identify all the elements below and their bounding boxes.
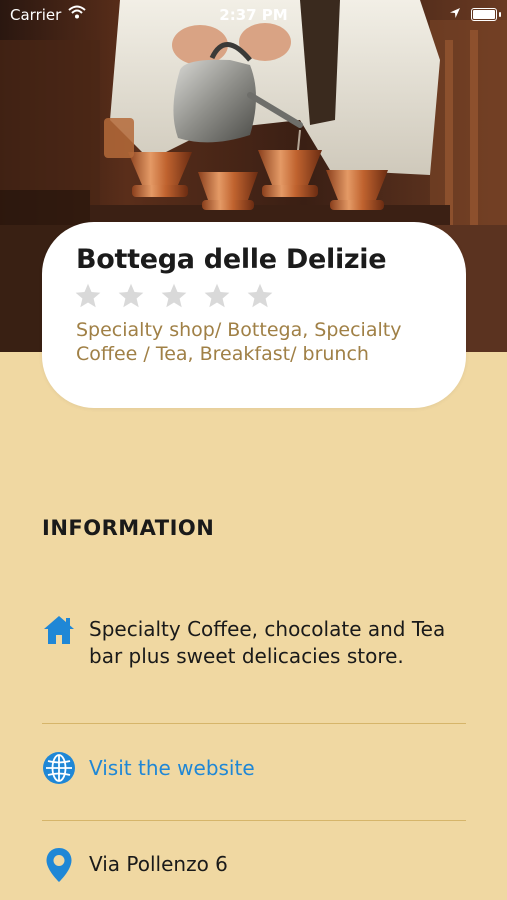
place-name: Bottega delle Delizie — [76, 244, 387, 275]
star-icon[interactable] — [74, 282, 102, 310]
divider — [42, 820, 466, 821]
description-text: Specialty Coffee, chocolate and Tea bar … — [89, 617, 446, 668]
rating-stars[interactable] — [74, 282, 274, 310]
battery-icon — [471, 8, 501, 21]
address-text[interactable]: Via Pollenzo 6 — [89, 851, 228, 878]
address-row[interactable]: Via Pollenzo 6 — [42, 845, 466, 885]
home-icon — [42, 614, 76, 650]
divider — [42, 723, 466, 724]
status-time: 2:37 PM — [219, 6, 288, 24]
description-row: Specialty Coffee, chocolate and Tea bar … — [42, 614, 466, 704]
website-link[interactable]: Visit the website — [89, 755, 255, 782]
star-icon[interactable] — [160, 282, 188, 310]
location-pin-icon — [45, 847, 73, 887]
star-icon[interactable] — [117, 282, 145, 310]
place-card: Bottega delle Delizie Specialty shop/ Bo… — [42, 222, 466, 408]
information-heading: INFORMATION — [42, 516, 215, 540]
star-icon[interactable] — [246, 282, 274, 310]
website-row[interactable]: Visit the website — [42, 751, 466, 787]
location-arrow-icon — [449, 7, 461, 19]
globe-icon[interactable] — [42, 751, 76, 789]
status-bar: Carrier 2:37 PM — [0, 0, 507, 30]
star-icon[interactable] — [203, 282, 231, 310]
place-categories: Specialty shop/ Bottega, Specialty Coffe… — [76, 319, 402, 365]
